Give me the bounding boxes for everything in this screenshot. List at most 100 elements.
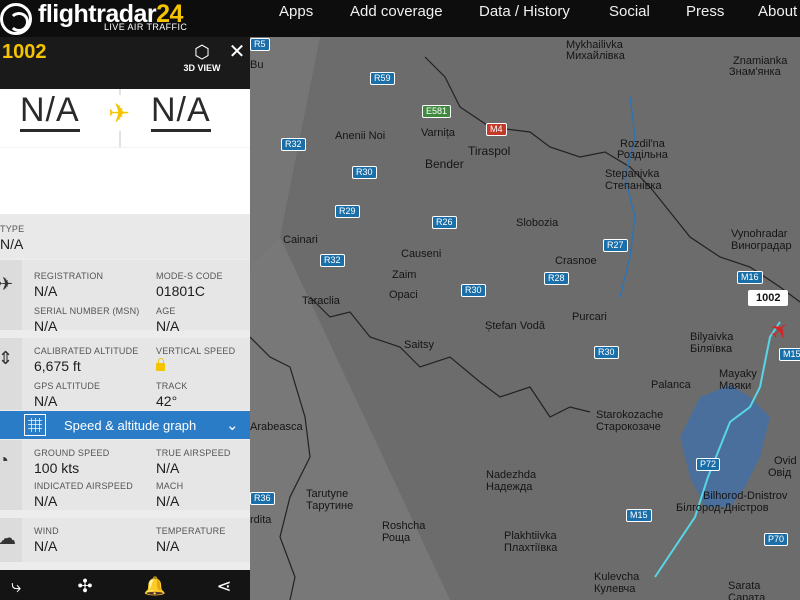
vertical-speed-label: VERTICAL SPEED — [156, 346, 236, 356]
road-marker: P72 — [696, 458, 721, 471]
lock-icon[interactable] — [156, 358, 165, 371]
map-label-rdita: rdita — [250, 514, 272, 526]
road-marker: R36 — [250, 492, 275, 505]
map-label-arabeasca: Arabeasca — [250, 421, 303, 433]
altitude-section: ⇕ CALIBRATED ALTITUDE 6,675 ft VERTICAL … — [0, 338, 250, 410]
age-value: N/A — [156, 318, 180, 334]
map-label-mykhailivka-cyr: Михайлівка — [566, 50, 625, 62]
map-label-palanca: Palanca — [651, 379, 691, 391]
modes-label: MODE-S CODE — [156, 271, 223, 281]
alert-lock-icon[interactable]: 🔔 — [141, 574, 169, 598]
map-label-tarutyne: Tarutyne — [306, 488, 349, 500]
cube-icon: ⬡ — [194, 42, 210, 62]
map-label-zaim: Zaim — [392, 269, 417, 281]
speed-altitude-graph-toggle[interactable]: Speed & altitude graph ⌄ — [0, 411, 250, 439]
road-marker: R29 — [335, 205, 360, 218]
panel-header: 1002 ⬡ 3D VIEW ✕ — [0, 37, 250, 89]
aircraft-type-section: TYPE N/A — [0, 214, 250, 258]
panel-action-bar: ⤷ ✣ 🔔 ⋖ — [0, 570, 250, 600]
altitude-icon: ⇕ — [0, 348, 14, 368]
calibrated-altitude-value: 6,675 ft — [34, 358, 81, 374]
route-section: N/A ✈ N/A — [0, 89, 250, 147]
map-label-sarata: Sarata — [728, 580, 761, 592]
track-value: 42° — [156, 393, 178, 409]
road-marker: P70 — [764, 533, 789, 546]
road-marker: M4 — [486, 123, 507, 136]
top-navigation-bar: flightradar24 LIVE AIR TRAFFIC Apps Add … — [0, 0, 800, 37]
true-airspeed-value: N/A — [156, 460, 180, 476]
road-marker: R59 — [370, 72, 395, 85]
registration-label: REGISTRATION — [34, 271, 104, 281]
map-label-vynohradar-cyr: Виноградар — [731, 240, 792, 252]
map-label-kulevcha-cyr: Кулевча — [594, 583, 636, 595]
true-airspeed-label: TRUE AIRSPEED — [156, 448, 231, 458]
destination-airport[interactable]: N/A — [151, 91, 211, 132]
map-label-ovid-cyr: Овід — [768, 467, 792, 479]
map-label-kulevcha: Kulevcha — [594, 571, 640, 583]
road-marker: R32 — [320, 254, 345, 267]
serial-value: N/A — [34, 318, 58, 334]
aircraft-details-section: ✈ REGISTRATION N/A MODE-S CODE 01801C SE… — [0, 260, 250, 334]
map-label-znamianka-cyr: Знам'янка — [729, 66, 781, 78]
map-label-bender: Bender — [425, 157, 464, 171]
road-marker: R5 — [250, 38, 270, 51]
map-label-rozdilna-cyr: Роздільна — [617, 149, 668, 161]
speedometer-icon: ◔ — [0, 450, 9, 470]
origin-airport[interactable]: N/A — [20, 91, 80, 132]
nav-add-coverage[interactable]: Add coverage — [350, 3, 443, 20]
nav-press[interactable]: Press — [686, 3, 724, 20]
aircraft-icon: ✈ — [0, 274, 14, 294]
age-label: AGE — [156, 306, 176, 316]
flight-callsign: 1002 — [2, 41, 47, 63]
mach-value: N/A — [156, 493, 180, 509]
map-label-bu: Bu — [250, 59, 264, 71]
graph-toggle-label: Speed & altitude graph — [64, 418, 197, 433]
map-label-sarata-cyr: Сарата — [728, 592, 766, 600]
road-marker: R30 — [352, 166, 377, 179]
temperature-label: TEMPERATURE — [156, 526, 226, 536]
wind-label: WIND — [34, 526, 59, 536]
chevron-down-icon: ⌄ — [226, 417, 239, 434]
map-label-tiraspol: Tiraspol — [468, 144, 511, 158]
route-icon[interactable]: ⤷ — [2, 574, 30, 598]
map-label-saitsy: Saitsy — [404, 339, 434, 351]
collapse-icon[interactable]: ✣ — [71, 574, 99, 598]
road-marker: M15 — [779, 348, 800, 361]
main-nav: Apps Add coverage Data / History Social … — [0, 0, 800, 24]
calibrated-altitude-label: CALIBRATED ALTITUDE — [34, 346, 139, 356]
map-label-mayaky: Mayaky — [719, 368, 757, 380]
registration-value: N/A — [34, 283, 58, 299]
indicated-airspeed-value: N/A — [34, 493, 58, 509]
share-icon[interactable]: ⋖ — [210, 574, 238, 598]
nav-apps[interactable]: Apps — [279, 3, 313, 20]
map-label-stepanivka: Stepanivka — [605, 168, 660, 180]
speed-section: ◔ GROUND SPEED 100 kts TRUE AIRSPEED N/A… — [0, 440, 250, 510]
map-label-purcari: Purcari — [572, 311, 607, 323]
road-marker: R28 — [544, 272, 569, 285]
map-label-bilhorod-cyr: Білгород-Дністров — [676, 502, 769, 514]
ground-speed-label: GROUND SPEED — [34, 448, 110, 458]
map-label-bilyaivka-cyr: Біляївка — [690, 343, 733, 355]
nav-data-history[interactable]: Data / History — [479, 3, 570, 20]
close-icon[interactable]: ✕ — [228, 39, 246, 64]
map-label-bilhorod: Bilhorod-Dnistrov — [703, 490, 788, 502]
map-label-ovid: Ovid — [774, 455, 797, 467]
3d-view-button[interactable]: ⬡ 3D VIEW — [182, 41, 222, 81]
map-label-roshcha-cyr: Роща — [382, 532, 411, 544]
graph-icon — [24, 414, 46, 436]
flight-info-panel: 1002 ⬡ 3D VIEW ✕ N/A ✈ N/A TYPE N/A ✈ RE… — [0, 37, 250, 600]
map-label-plakhtiivka-cyr: Плахтіївка — [504, 542, 558, 554]
flight-map-label[interactable]: 1002 — [748, 290, 789, 306]
map-label-opaci: Opaci — [389, 289, 418, 301]
nav-about[interactable]: About — [758, 3, 797, 20]
map-label-nadezhda-cyr: Надежда — [486, 481, 533, 493]
map-label-crasnoe: Crasnoe — [555, 255, 597, 267]
map-label-causeni: Causeni — [401, 248, 442, 260]
map-view[interactable]: Mykhailivka Михайлівка Znamianka Знам'ян… — [250, 37, 800, 600]
road-marker: R30 — [461, 284, 486, 297]
map-label-slobozia: Slobozia — [516, 217, 559, 229]
road-marker: R27 — [603, 239, 628, 252]
nav-social[interactable]: Social — [609, 3, 650, 20]
type-value: N/A — [0, 236, 24, 252]
map-label-stepanivka-cyr: Степанівка — [605, 180, 662, 192]
